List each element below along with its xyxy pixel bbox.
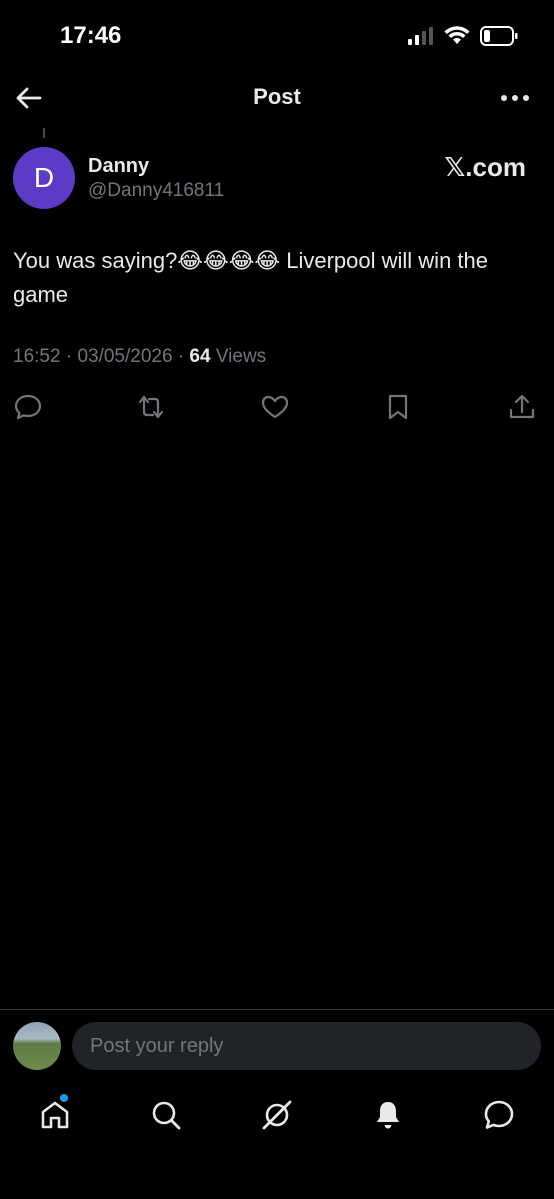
nav-search[interactable] bbox=[149, 1098, 183, 1132]
reply-divider bbox=[0, 1009, 554, 1010]
status-time: 17:46 bbox=[60, 22, 122, 49]
grok-icon bbox=[262, 1100, 292, 1130]
views-label[interactable]: Views bbox=[216, 346, 266, 367]
home-icon bbox=[41, 1101, 69, 1129]
x-watermark: 𝕏.com bbox=[444, 152, 526, 182]
bookmark-button[interactable] bbox=[383, 392, 413, 422]
nav-messages[interactable] bbox=[482, 1098, 516, 1132]
reply-icon bbox=[14, 394, 42, 420]
avatar-letter: D bbox=[33, 162, 55, 193]
reply-button[interactable] bbox=[13, 392, 43, 422]
more-horizontal-icon bbox=[501, 95, 529, 101]
messages-icon bbox=[484, 1100, 514, 1129]
nav-notifications[interactable] bbox=[371, 1098, 405, 1132]
notifications-icon bbox=[377, 1102, 399, 1129]
battery-icon bbox=[480, 26, 518, 46]
post-time: 16:52 bbox=[13, 346, 61, 367]
meta-separator: · bbox=[65, 346, 73, 367]
post-date: 03/05/2026 bbox=[77, 346, 173, 367]
meta-separator: · bbox=[177, 346, 185, 367]
reply-input[interactable]: Post your reply bbox=[72, 1022, 541, 1070]
thread-line bbox=[43, 128, 45, 138]
like-icon bbox=[261, 395, 289, 419]
author-name[interactable]: Danny bbox=[88, 155, 149, 178]
nav-home[interactable] bbox=[38, 1098, 72, 1132]
more-options-button[interactable] bbox=[500, 88, 530, 108]
reply-avatar bbox=[13, 1022, 61, 1070]
views-count: 64 bbox=[189, 346, 211, 367]
like-button[interactable] bbox=[260, 392, 290, 422]
post-text: You was saying?😂😂😂😂 Liverpool will win t… bbox=[13, 248, 488, 307]
search-icon bbox=[152, 1101, 181, 1130]
signal-icon bbox=[408, 27, 434, 45]
home-notification-dot bbox=[60, 1094, 68, 1102]
status-icons bbox=[408, 26, 518, 46]
nav-grok[interactable] bbox=[260, 1098, 294, 1132]
page-title: Post bbox=[253, 84, 301, 109]
avatar[interactable]: D bbox=[13, 147, 75, 209]
author-handle[interactable]: @Danny416811 bbox=[88, 180, 224, 202]
wifi-icon bbox=[444, 26, 470, 46]
share-button[interactable] bbox=[507, 392, 537, 422]
bookmark-icon bbox=[388, 394, 408, 420]
share-icon bbox=[509, 394, 535, 419]
repost-icon bbox=[138, 395, 164, 419]
post-meta: 16:52 · 03/05/2026 · 64 Views bbox=[13, 346, 266, 368]
repost-button[interactable] bbox=[136, 392, 166, 422]
